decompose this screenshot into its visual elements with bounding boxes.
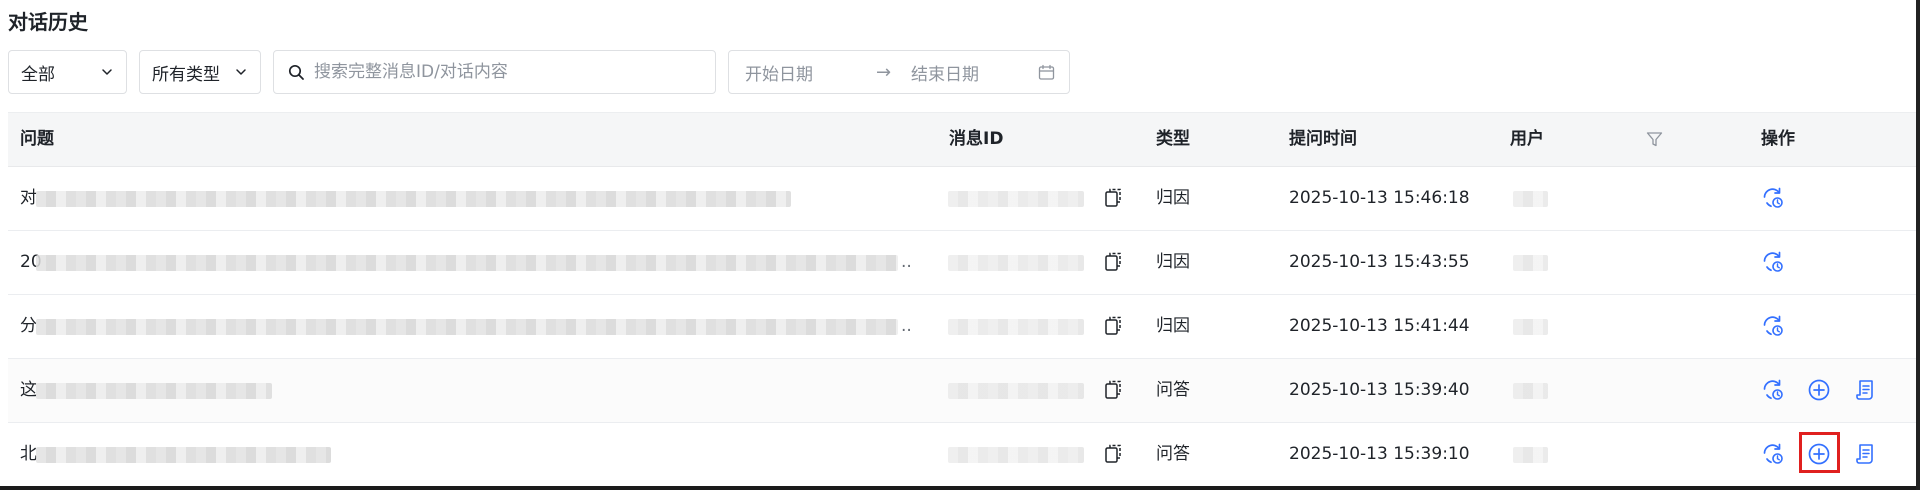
type-label: 问答: [1156, 444, 1190, 464]
retry-button[interactable]: [1761, 378, 1785, 402]
copy-icon[interactable]: [1103, 187, 1123, 209]
document-icon: [1856, 444, 1873, 464]
redacted-message-id: [948, 191, 1084, 207]
column-header-message-id: 消息ID: [949, 129, 1004, 149]
redacted-message-id: [948, 447, 1084, 463]
add-circle-icon: [1808, 443, 1830, 465]
table-row: 北 问答 2025-10-13 15:39:10: [8, 423, 1920, 487]
question-text[interactable]: 分: [20, 295, 37, 358]
table-row: 这 问答 2025-10-13 15:39:40: [8, 359, 1920, 423]
redacted-message-id: [948, 383, 1084, 399]
type-label: 归因: [1156, 188, 1190, 208]
column-header-user: 用户: [1510, 129, 1544, 149]
redacted-question: [36, 255, 898, 271]
retry-icon: [1763, 379, 1783, 400]
truncation-ellipsis: ..: [901, 252, 912, 272]
page-title: 对话历史: [8, 10, 88, 34]
end-date-placeholder[interactable]: 结束日期: [911, 60, 979, 85]
filter-icon[interactable]: [1646, 131, 1663, 148]
question-text[interactable]: 这: [20, 359, 37, 422]
copy-icon[interactable]: [1103, 443, 1123, 465]
redacted-message-id: [948, 255, 1084, 271]
window-right-edge: [1916, 0, 1920, 490]
table-row: 20 .. 归因 2025-10-13 15:43:55: [8, 231, 1920, 295]
date-range-arrow: →: [876, 61, 892, 83]
scope-select-value: 全部: [21, 64, 55, 85]
type-label: 问答: [1156, 380, 1190, 400]
conversation-history-page: 对话历史 全部 所有类型 开始日期 → 结束日期: [0, 0, 1920, 490]
history-table: 问题 消息ID 类型 提问时间 用户 操作 对 归因 2025-10-13 15…: [8, 112, 1920, 487]
redacted-user: [1513, 383, 1548, 399]
column-header-question: 问题: [20, 129, 54, 149]
table-row: 对 归因 2025-10-13 15:46:18: [8, 167, 1920, 231]
filter-bar: 全部 所有类型 开始日期 → 结束日期: [0, 50, 1920, 96]
column-header-time: 提问时间: [1289, 129, 1357, 149]
date-range-picker[interactable]: 开始日期 → 结束日期: [728, 50, 1070, 94]
calendar-icon: [1038, 64, 1055, 80]
retry-button[interactable]: [1761, 250, 1785, 274]
window-bottom-edge: [0, 486, 1920, 490]
question-time: 2025-10-13 15:46:18: [1289, 188, 1470, 208]
truncation-ellipsis: ..: [901, 316, 912, 336]
question-time: 2025-10-13 15:39:40: [1289, 380, 1470, 400]
retry-button[interactable]: [1761, 186, 1785, 210]
add-button[interactable]: [1807, 442, 1831, 466]
redacted-question: [36, 447, 331, 463]
redacted-question: [36, 383, 272, 399]
chevron-down-icon: [102, 69, 112, 75]
table-row: 分 .. 归因 2025-10-13 15:41:44: [8, 295, 1920, 359]
copy-icon[interactable]: [1103, 315, 1123, 337]
question-time: 2025-10-13 15:39:10: [1289, 444, 1470, 464]
document-icon: [1856, 380, 1873, 400]
type-label: 归因: [1156, 252, 1190, 272]
redacted-user: [1513, 191, 1548, 207]
document-button[interactable]: [1854, 442, 1878, 466]
column-header-type: 类型: [1156, 129, 1190, 149]
type-select-value: 所有类型: [152, 64, 220, 85]
add-circle-icon: [1808, 379, 1830, 401]
copy-icon[interactable]: [1103, 379, 1123, 401]
question-time: 2025-10-13 15:41:44: [1289, 316, 1470, 336]
type-select[interactable]: 所有类型: [139, 50, 261, 94]
retry-button[interactable]: [1761, 442, 1785, 466]
question-text[interactable]: 北: [20, 423, 37, 486]
chevron-down-icon: [236, 69, 246, 75]
document-button[interactable]: [1854, 378, 1878, 402]
redacted-user: [1513, 255, 1548, 271]
question-text[interactable]: 对: [20, 167, 37, 230]
retry-icon: [1763, 251, 1783, 272]
copy-icon[interactable]: [1103, 251, 1123, 273]
redacted-question: [36, 191, 791, 207]
table-header: 问题 消息ID 类型 提问时间 用户 操作: [8, 112, 1920, 167]
redacted-user: [1513, 319, 1548, 335]
question-time: 2025-10-13 15:43:55: [1289, 252, 1470, 272]
retry-icon: [1763, 315, 1783, 336]
redacted-user: [1513, 447, 1548, 463]
start-date-placeholder[interactable]: 开始日期: [745, 60, 813, 85]
retry-icon: [1763, 443, 1783, 464]
search-icon: [288, 64, 304, 80]
add-button[interactable]: [1807, 378, 1831, 402]
column-header-actions: 操作: [1761, 129, 1795, 149]
type-label: 归因: [1156, 316, 1190, 336]
search-input[interactable]: [312, 61, 701, 83]
retry-button[interactable]: [1761, 314, 1785, 338]
redacted-question: [36, 319, 898, 335]
search-box: [273, 50, 716, 94]
scope-select[interactable]: 全部: [8, 50, 127, 94]
retry-icon: [1763, 187, 1783, 208]
redacted-message-id: [948, 319, 1084, 335]
